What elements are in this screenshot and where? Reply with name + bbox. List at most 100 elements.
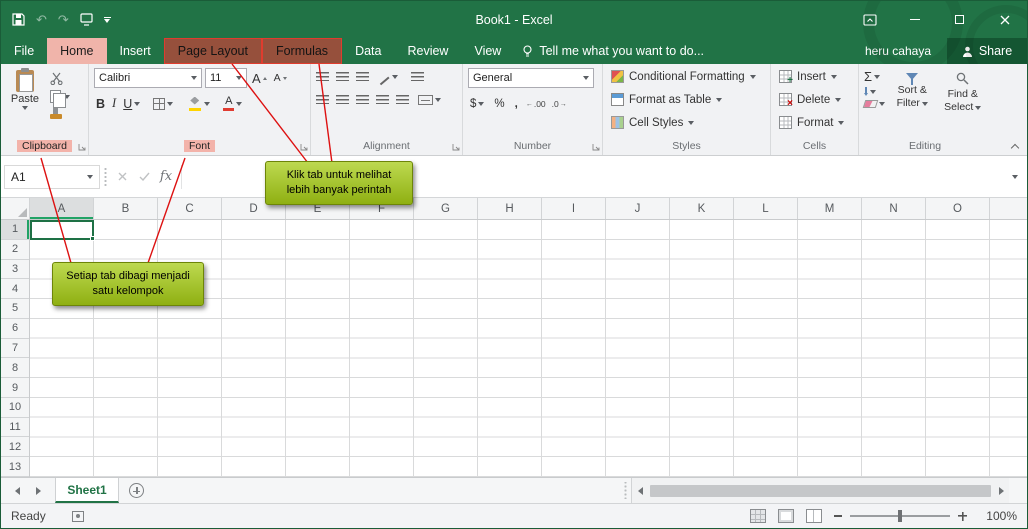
align-right-icon[interactable] bbox=[356, 95, 369, 105]
align-bottom-icon[interactable] bbox=[356, 72, 369, 82]
font-family-select[interactable]: Calibri bbox=[94, 68, 202, 88]
delete-cells-button[interactable]: Delete bbox=[776, 88, 853, 111]
row-header-4[interactable]: 4 bbox=[1, 279, 29, 300]
record-macro-icon[interactable] bbox=[71, 510, 84, 522]
tab-insert[interactable]: Insert bbox=[107, 38, 164, 64]
previous-sheet-icon[interactable] bbox=[15, 486, 20, 495]
font-size-select[interactable]: 11 bbox=[205, 68, 247, 88]
col-header-a[interactable]: A bbox=[30, 198, 94, 219]
decrease-indent-icon[interactable] bbox=[376, 95, 389, 105]
collapse-ribbon-icon[interactable] bbox=[1010, 143, 1020, 153]
new-sheet-button[interactable] bbox=[119, 478, 154, 503]
italic-button[interactable]: I bbox=[110, 95, 118, 112]
tab-file[interactable]: File bbox=[1, 38, 47, 64]
cell-styles-button[interactable]: Cell Styles bbox=[608, 111, 765, 134]
align-middle-icon[interactable] bbox=[336, 72, 349, 82]
fill-color-button[interactable] bbox=[186, 96, 212, 112]
row-header-6[interactable]: 6 bbox=[1, 319, 29, 339]
col-header-n[interactable]: N bbox=[862, 198, 926, 219]
font-color-button[interactable]: A bbox=[221, 95, 244, 112]
clipboard-dialog-launcher-icon[interactable] bbox=[78, 144, 86, 152]
format-cells-button[interactable]: Format bbox=[776, 111, 853, 134]
row-header-2[interactable]: 2 bbox=[1, 240, 29, 260]
col-header-o[interactable]: O bbox=[926, 198, 990, 219]
increase-indent-icon[interactable] bbox=[396, 95, 409, 105]
sort-filter-button[interactable]: Sort & Filter bbox=[889, 68, 936, 138]
wrap-text-icon[interactable] bbox=[411, 72, 424, 82]
col-header-c[interactable]: C bbox=[158, 198, 222, 219]
fill-handle[interactable] bbox=[90, 236, 95, 241]
autosum-button[interactable]: Σ bbox=[864, 70, 885, 83]
tell-me-box[interactable]: Tell me what you want to do... bbox=[522, 38, 704, 64]
row-header-3[interactable]: 3 bbox=[1, 260, 29, 280]
name-box[interactable]: A1 bbox=[4, 164, 100, 189]
normal-view-icon[interactable] bbox=[750, 509, 766, 523]
tab-data[interactable]: Data bbox=[342, 38, 394, 64]
col-header-b[interactable]: B bbox=[94, 198, 158, 219]
page-layout-view-icon[interactable] bbox=[778, 509, 794, 523]
zoom-slider-thumb[interactable] bbox=[898, 510, 902, 522]
zoom-level-label[interactable]: 100% bbox=[979, 509, 1017, 523]
tab-formulas[interactable]: Formulas bbox=[261, 38, 343, 64]
selected-cell-a1[interactable] bbox=[30, 220, 95, 241]
conditional-formatting-button[interactable]: Conditional Formatting bbox=[608, 65, 765, 88]
row-header-13[interactable]: 13 bbox=[1, 457, 29, 477]
undo-icon[interactable]: ↶ bbox=[36, 13, 47, 26]
number-dialog-launcher-icon[interactable] bbox=[592, 144, 600, 152]
zoom-in-icon[interactable] bbox=[958, 511, 967, 521]
horizontal-scroll-thumb[interactable] bbox=[650, 484, 991, 497]
tab-page-layout[interactable]: Page Layout bbox=[163, 38, 262, 64]
row-header-1[interactable]: 1 bbox=[1, 220, 29, 240]
select-all-corner[interactable] bbox=[1, 198, 30, 219]
orientation-button[interactable] bbox=[376, 70, 400, 84]
increase-font-size-button[interactable]: A bbox=[250, 70, 269, 87]
redo-icon[interactable]: ↷ bbox=[58, 13, 69, 26]
paste-button[interactable]: Paste bbox=[6, 68, 44, 138]
clear-button[interactable] bbox=[862, 100, 885, 108]
sheetbar-divider[interactable] bbox=[622, 482, 628, 499]
row-header-8[interactable]: 8 bbox=[1, 358, 29, 379]
save-icon[interactable] bbox=[12, 13, 25, 26]
zoom-out-icon[interactable] bbox=[834, 515, 842, 517]
insert-cells-button[interactable]: Insert bbox=[776, 65, 853, 88]
col-header-i[interactable]: I bbox=[542, 198, 606, 219]
row-header-12[interactable]: 12 bbox=[1, 437, 29, 458]
maximize-button[interactable] bbox=[937, 1, 982, 38]
comma-style-button[interactable]: , bbox=[513, 97, 520, 111]
row-header-9[interactable]: 9 bbox=[1, 378, 29, 398]
decrease-decimal-button[interactable]: .0 bbox=[552, 99, 567, 109]
formula-bar-expand-icon[interactable] bbox=[1006, 174, 1024, 179]
merge-center-button[interactable] bbox=[416, 94, 443, 106]
accounting-format-button[interactable]: $ bbox=[468, 97, 486, 111]
cancel-icon[interactable] bbox=[111, 172, 133, 181]
format-as-table-button[interactable]: Format as Table bbox=[608, 88, 765, 111]
col-header-m[interactable]: M bbox=[798, 198, 862, 219]
touch-mouse-mode-icon[interactable] bbox=[80, 13, 93, 26]
format-painter-button[interactable] bbox=[50, 108, 70, 119]
scroll-left-icon[interactable] bbox=[632, 486, 648, 495]
col-header-h[interactable]: H bbox=[478, 198, 542, 219]
tab-view[interactable]: View bbox=[461, 38, 514, 64]
close-button[interactable] bbox=[982, 1, 1027, 38]
increase-decimal-button[interactable]: .00 bbox=[526, 99, 546, 109]
row-header-5[interactable]: 5 bbox=[1, 299, 29, 319]
cut-button[interactable] bbox=[50, 72, 70, 85]
minimize-button[interactable] bbox=[892, 1, 937, 38]
tab-review[interactable]: Review bbox=[394, 38, 461, 64]
next-sheet-icon[interactable] bbox=[36, 486, 41, 495]
find-select-button[interactable]: Find & Select bbox=[940, 68, 987, 138]
col-header-j[interactable]: J bbox=[606, 198, 670, 219]
sheet-tab-sheet1[interactable]: Sheet1 bbox=[55, 478, 119, 503]
ribbon-display-options-button[interactable] bbox=[847, 1, 892, 38]
horizontal-scrollbar[interactable] bbox=[631, 478, 1009, 503]
customize-quick-access-icon[interactable] bbox=[103, 16, 111, 23]
row-header-7[interactable]: 7 bbox=[1, 339, 29, 359]
tab-home[interactable]: Home bbox=[47, 38, 107, 64]
row-header-10[interactable]: 10 bbox=[1, 398, 29, 418]
align-left-icon[interactable] bbox=[316, 95, 329, 105]
scroll-right-icon[interactable] bbox=[993, 486, 1009, 495]
align-top-icon[interactable] bbox=[316, 72, 329, 82]
worksheet-cells[interactable] bbox=[30, 220, 1027, 477]
page-break-view-icon[interactable] bbox=[806, 509, 822, 523]
align-center-icon[interactable] bbox=[336, 95, 349, 105]
